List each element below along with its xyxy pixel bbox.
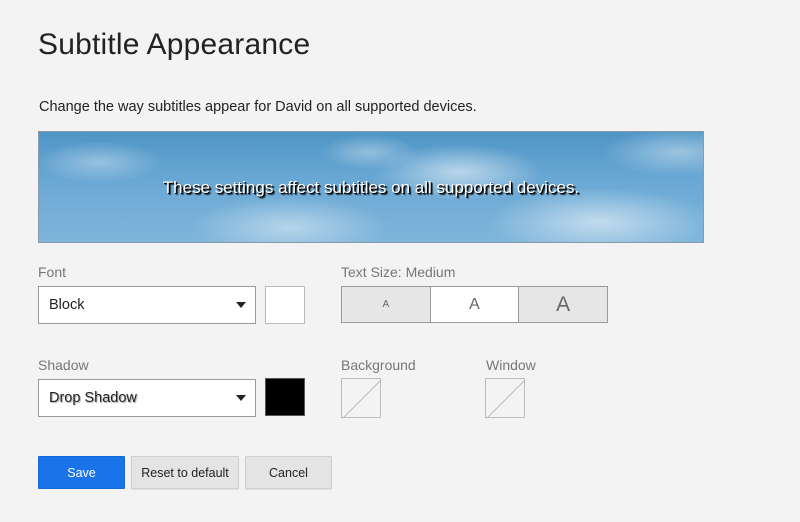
- chevron-down-icon: [236, 395, 246, 401]
- preview-subtitle-text: These settings affect subtitles on all s…: [162, 178, 580, 197]
- shadow-select[interactable]: Drop Shadow: [38, 379, 256, 417]
- shadow-select-value: Drop Shadow: [49, 390, 137, 406]
- text-size-selector: A A A: [341, 286, 608, 323]
- chevron-down-icon: [236, 302, 246, 308]
- shadow-label: Shadow: [38, 357, 89, 373]
- background-color-swatch[interactable]: [341, 378, 382, 419]
- window-color-swatch[interactable]: [485, 378, 526, 419]
- page-description: Change the way subtitles appear for Davi…: [39, 99, 477, 115]
- subtitle-preview: These settings affect subtitles on all s…: [38, 131, 704, 243]
- shadow-color-swatch[interactable]: [265, 378, 305, 416]
- text-size-large-option[interactable]: A: [518, 287, 608, 322]
- page-title: Subtitle Appearance: [38, 28, 311, 61]
- cancel-button[interactable]: Cancel: [245, 456, 332, 489]
- font-label: Font: [38, 264, 67, 280]
- font-select-value: Block: [49, 297, 85, 313]
- reset-to-default-button[interactable]: Reset to default: [131, 456, 239, 489]
- font-color-swatch[interactable]: [265, 286, 305, 324]
- no-color-icon: [342, 379, 382, 419]
- background-label: Background: [341, 357, 416, 373]
- save-button[interactable]: Save: [38, 456, 125, 489]
- text-size-label: Text Size: Medium: [341, 264, 456, 280]
- text-size-small-option[interactable]: A: [342, 287, 430, 322]
- window-label: Window: [486, 357, 536, 373]
- no-color-icon: [486, 379, 526, 419]
- font-select[interactable]: Block: [38, 286, 256, 324]
- text-size-medium-option[interactable]: A: [429, 287, 519, 322]
